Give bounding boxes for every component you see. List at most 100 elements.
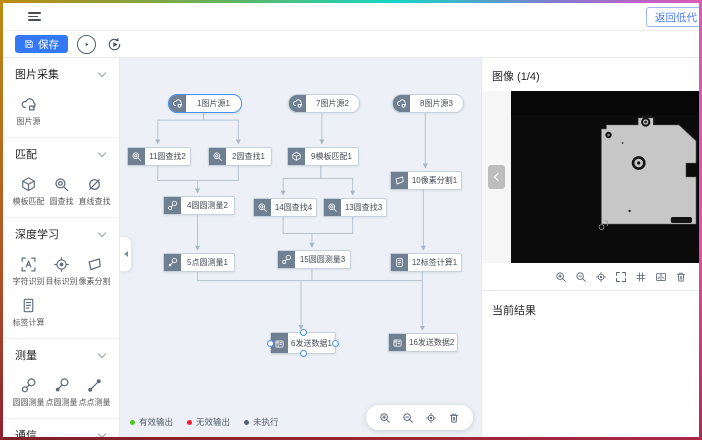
not-executed-dot — [244, 420, 249, 425]
fullscreen-icon[interactable] — [615, 271, 627, 283]
line-find-icon — [86, 176, 103, 193]
flow-toolbar: 保存 — [3, 31, 699, 58]
sidebar-item-measure-pp[interactable]: 点点测量 — [78, 377, 111, 408]
circle-find-icon — [209, 148, 226, 165]
section-header-deep-learning[interactable]: 深度学习 — [3, 218, 119, 244]
sidebar-item-line-find[interactable]: 直线查找 — [78, 176, 111, 207]
measure-point-circle-icon — [164, 254, 181, 271]
save-button[interactable]: 保存 — [15, 35, 68, 53]
frame-border-top — [0, 0, 702, 3]
sidebar-item-template-match[interactable]: 模板匹配 — [12, 176, 45, 207]
flow-node-image-source-3[interactable]: 8图片源3 — [392, 94, 464, 113]
zoom-out-icon[interactable] — [402, 412, 414, 424]
flow-node-image-source-1[interactable]: 1图片源1 — [168, 94, 242, 113]
flow-canvas[interactable]: 1图片源1 7图片源2 8图片源3 11圆查找2 2圆查找1 — [120, 58, 481, 437]
pixel-seg-icon — [86, 256, 103, 273]
label-calc-icon — [391, 254, 408, 271]
sidebar-item-label-calc[interactable]: 标签计算 — [12, 297, 45, 328]
flow-node-measure-cc-3[interactable]: 15圆圆测量3 — [277, 250, 351, 269]
locate-icon[interactable] — [595, 271, 607, 283]
chevron-down-icon — [98, 229, 106, 237]
run-button[interactable] — [77, 35, 96, 54]
cube-icon — [288, 148, 305, 165]
grid-icon[interactable] — [635, 271, 647, 283]
prev-image-button[interactable] — [488, 165, 505, 189]
sidebar-item-circle-find[interactable]: 圆查找 — [45, 176, 78, 207]
sidebar-item-image-source[interactable]: 图片源 — [12, 96, 45, 127]
circle-find-icon — [324, 199, 341, 216]
section-header-match[interactable]: 匹配 — [3, 138, 119, 164]
section-image-capture: 图片采集 图片源 — [3, 58, 119, 137]
save-icon — [24, 39, 34, 49]
chevron-down-icon — [98, 350, 106, 358]
image-panel-title: 图像 (1/4) — [482, 58, 699, 91]
sidebar-item-ocr[interactable]: 字符识别 — [12, 256, 45, 287]
measure-point-point-icon — [86, 377, 103, 394]
flow-node-send-data-2[interactable]: 16发送数据2 — [388, 333, 458, 352]
flow-node-measure-cc-2[interactable]: 4圆圆测量2 — [163, 196, 235, 215]
back-to-lowcode-button[interactable]: 返回低代 — [646, 7, 699, 27]
invalid-output-dot — [187, 420, 192, 425]
chevron-down-icon — [98, 430, 106, 437]
measure-circle-circle-icon — [20, 377, 37, 394]
section-measure: 测量 圆圆测量 点圆测量 点点测量 — [3, 338, 119, 418]
play-loop-icon — [107, 37, 122, 52]
sidebar-item-measure-cc[interactable]: 圆圆测量 — [12, 377, 45, 408]
label-calc-icon — [20, 297, 37, 314]
flow-node-label-calc-1[interactable]: 12标签计算1 — [390, 253, 462, 272]
flow-node-send-data-1[interactable]: 6发送数据1 — [270, 332, 336, 354]
section-header-image-capture[interactable]: 图片采集 — [3, 58, 119, 84]
flow-node-circle-find-3[interactable]: 13圆查找3 — [323, 198, 387, 217]
zoom-in-icon[interactable] — [379, 412, 391, 424]
sidebar-item-object-detect[interactable]: 目标识别 — [45, 256, 78, 287]
zoom-in-icon[interactable] — [555, 271, 567, 283]
compare-icon[interactable] — [655, 271, 667, 283]
save-label: 保存 — [38, 37, 59, 52]
play-icon — [82, 40, 91, 49]
measure-point-circle-icon — [53, 377, 70, 394]
sidebar-collapse-handle[interactable] — [120, 236, 132, 272]
flow-node-circle-find-4[interactable]: 14圆查找4 — [253, 198, 317, 217]
section-header-communication[interactable]: 通信 — [3, 419, 119, 437]
sidebar-item-pixel-seg[interactable]: 像素分割 — [78, 256, 111, 287]
locate-icon[interactable] — [425, 412, 437, 424]
trash-icon[interactable] — [675, 271, 687, 283]
image-nav-strip — [482, 91, 511, 263]
run-loop-button[interactable] — [105, 35, 124, 54]
cloud-image-icon — [20, 96, 37, 113]
chevron-left-icon — [493, 173, 501, 181]
flow-node-template-match-1[interactable]: 9模板匹配1 — [287, 147, 359, 166]
flow-node-image-source-2[interactable]: 7图片源2 — [288, 94, 360, 113]
chevron-down-icon — [98, 149, 106, 157]
section-communication: 通信 — [3, 418, 119, 437]
send-data-icon — [389, 334, 406, 351]
image-panel: 图像 (1/4) — [481, 58, 699, 437]
top-bar: 返回低代 — [3, 3, 699, 31]
image-toolbar — [482, 263, 699, 291]
chevron-down-icon — [98, 69, 106, 77]
node-handle-top[interactable] — [300, 329, 307, 336]
trash-icon[interactable] — [448, 412, 460, 424]
section-match: 匹配 模板匹配 圆查找 直线查找 — [3, 137, 119, 217]
cloud-image-icon — [169, 95, 186, 112]
cube-icon — [20, 176, 37, 193]
section-header-measure[interactable]: 测量 — [3, 339, 119, 365]
flow-node-circle-find-1[interactable]: 2圆查找1 — [208, 147, 272, 166]
node-handle-right[interactable] — [332, 340, 339, 347]
menu-icon[interactable] — [28, 12, 41, 21]
circle-find-icon — [128, 148, 145, 165]
flow-node-circle-find-2[interactable]: 11圆查找2 — [127, 147, 191, 166]
frame-border-left — [0, 0, 3, 440]
node-handle-bottom[interactable] — [300, 350, 307, 357]
zoom-out-icon[interactable] — [575, 271, 587, 283]
measure-circle-circle-icon — [278, 251, 295, 268]
tool-sidebar: 图片采集 图片源 匹配 — [3, 58, 120, 437]
canvas-zoom-controls — [366, 405, 473, 430]
flow-node-measure-pc-1[interactable]: 5点圆测量1 — [163, 253, 235, 272]
section-deep-learning: 深度学习 字符识别 目标识别 像素分割 — [3, 217, 119, 338]
sidebar-item-measure-pc[interactable]: 点圆测量 — [45, 377, 78, 408]
node-handle-left[interactable] — [267, 340, 274, 347]
status-legend: 有效输出 无效输出 未执行 — [130, 416, 279, 428]
ocr-icon — [20, 256, 37, 273]
flow-node-pixel-seg-1[interactable]: 10像素分割1 — [390, 171, 462, 190]
